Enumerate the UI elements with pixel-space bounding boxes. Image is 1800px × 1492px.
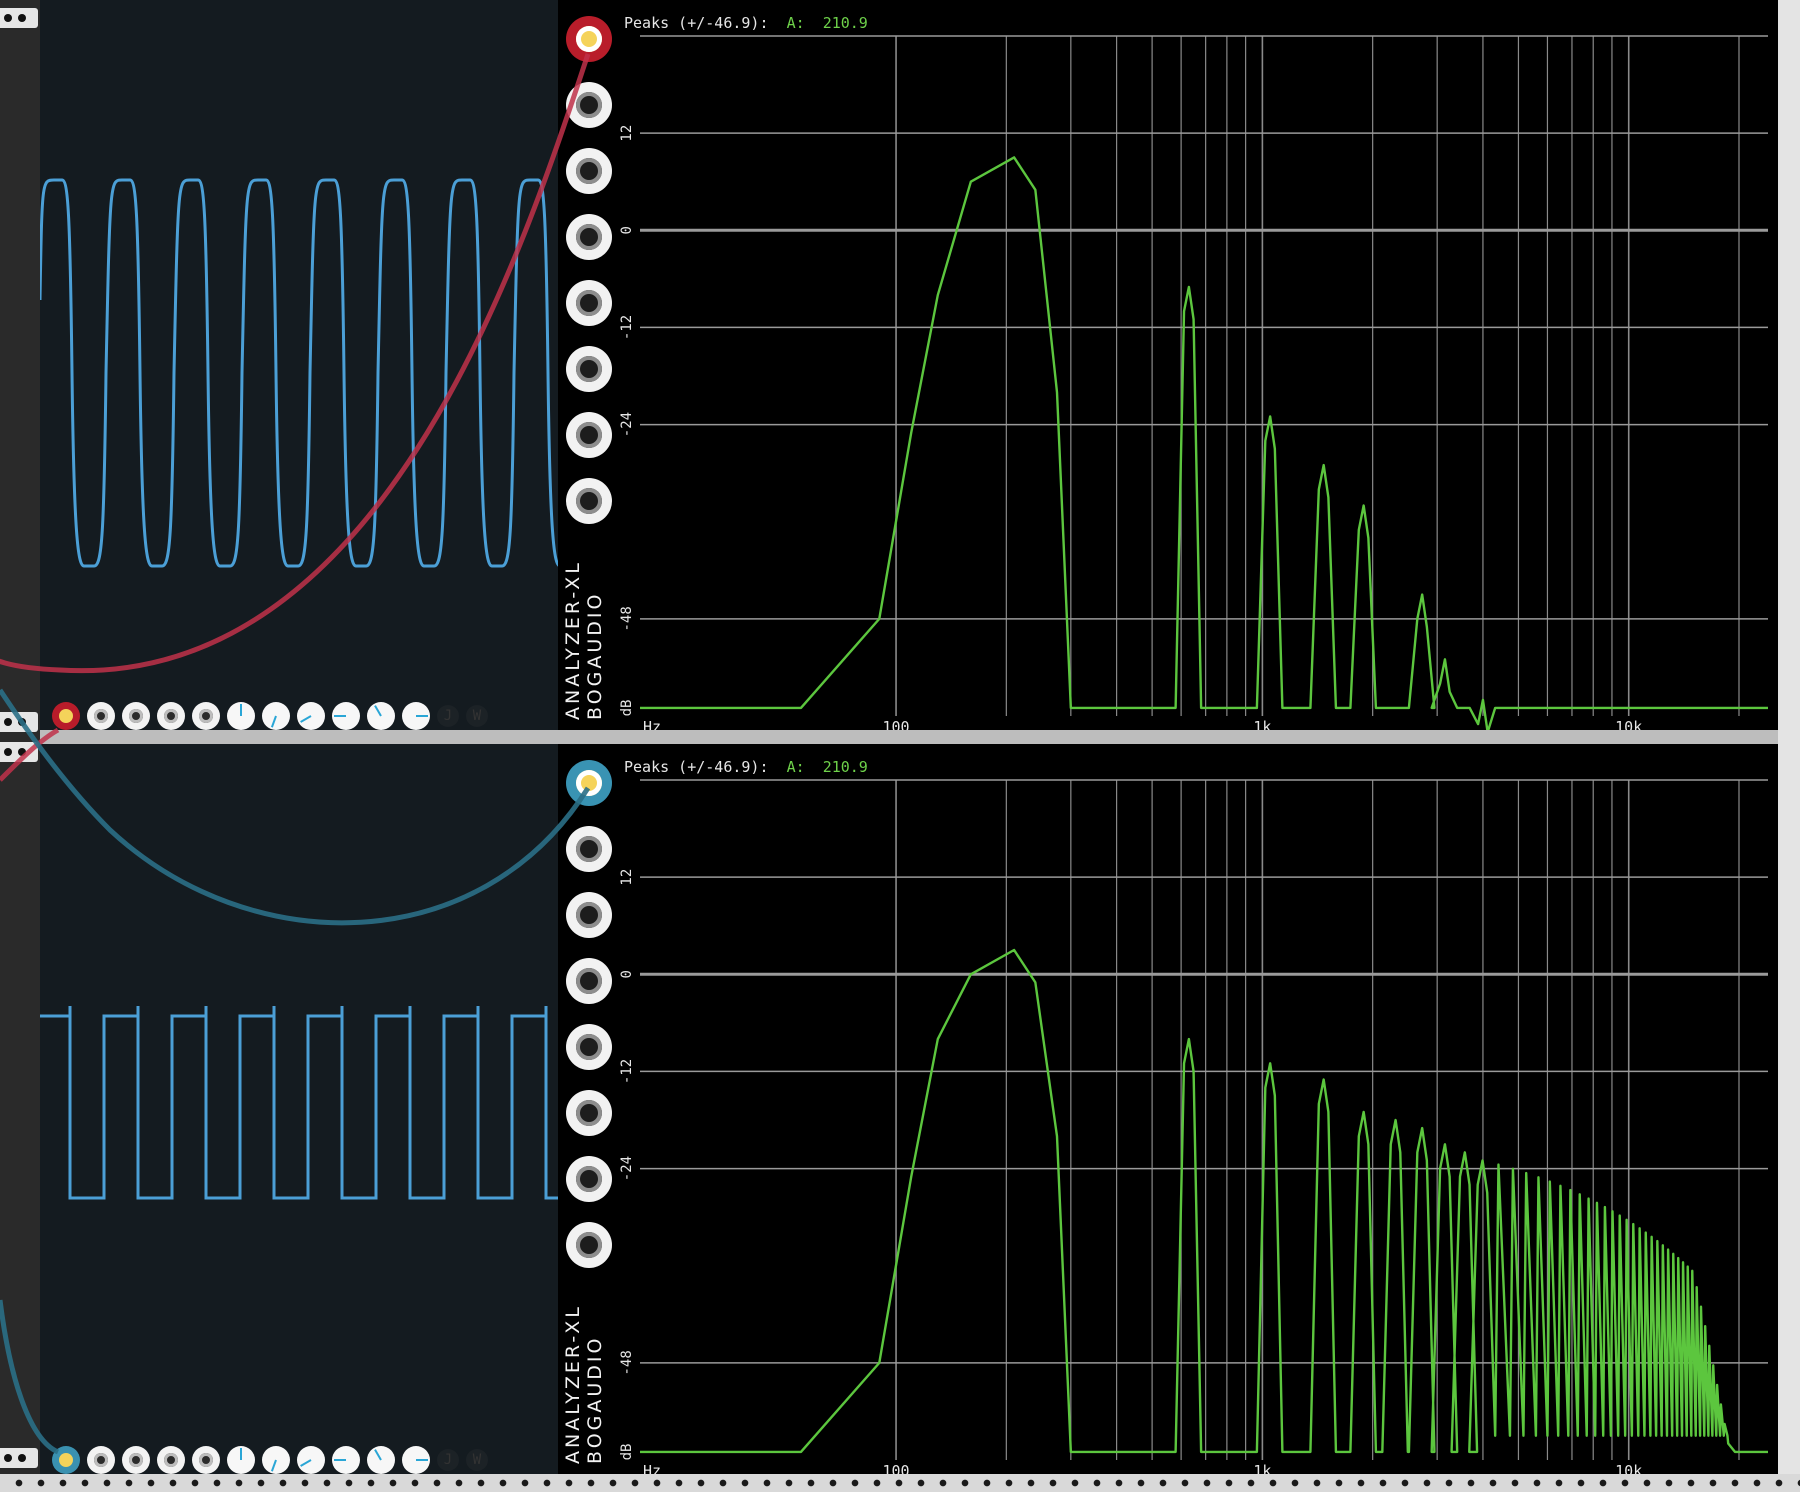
analyzer-input-jack[interactable]: [566, 892, 612, 938]
analyzer-input-jack[interactable]: [566, 214, 612, 260]
scope-input-jack[interactable]: [122, 1446, 150, 1474]
rail-clip: [0, 742, 38, 762]
y-tick-label: dB: [619, 1444, 635, 1461]
y-tick-label: -12: [619, 1059, 635, 1084]
y-tick-label: -12: [619, 315, 635, 340]
scope-input-jack[interactable]: [87, 1446, 115, 1474]
analyzer-input-jack[interactable]: [566, 826, 612, 872]
scope-knob[interactable]: [367, 702, 395, 730]
scope-knob[interactable]: [262, 702, 290, 730]
scope-trace: [40, 1006, 558, 1200]
scope-button-w[interactable]: W: [466, 1449, 488, 1471]
scope-input-jack-active[interactable]: [52, 702, 80, 730]
scope-knob[interactable]: [227, 1446, 255, 1474]
peaks-label: Peaks (+/-46.9):: [624, 758, 769, 776]
scope-display-1: [40, 178, 558, 568]
y-tick-label: 12: [619, 125, 635, 142]
analyzer-input-jack[interactable]: [566, 958, 612, 1004]
scope-controls-1: J W: [52, 686, 488, 730]
spectrum-line: [640, 156, 1768, 730]
rail-clip: [0, 1448, 38, 1468]
analyzer-inputs-2: [566, 760, 612, 1288]
x-tick-label: 10k: [1615, 1462, 1642, 1474]
spectrum-plot-1: 12 0 -12 -24 -48 dB Hz 100 1k 10k: [619, 35, 1768, 730]
y-tick-label: 0: [619, 970, 635, 978]
analyzer-brand-1: ANALYZER-XL BOGAUDIO: [562, 560, 606, 720]
analyzer-inputs-1: [566, 16, 612, 544]
y-tick-label: -24: [619, 412, 635, 437]
analyzer-input-jack[interactable]: [566, 346, 612, 392]
scope-knob[interactable]: [402, 702, 430, 730]
scope-knob[interactable]: [297, 702, 325, 730]
peaks-readout-1: Peaks (+/-46.9): A: 210.9: [624, 14, 868, 32]
channel-label: A:: [786, 14, 805, 32]
x-tick-label: Hz: [643, 1462, 661, 1474]
scope-input-jack[interactable]: [87, 702, 115, 730]
analyzer-module-2: 12 0 -12 -24 -48 dB Hz 100 1k 10k ANALYZER-XL BOG…: [558, 744, 1778, 1474]
channel-label: A:: [786, 758, 805, 776]
scope-trace: [40, 178, 558, 568]
scope-knob[interactable]: [262, 1446, 290, 1474]
scope-module-2: J W: [40, 744, 558, 1474]
y-tick-label: -24: [619, 1156, 635, 1181]
y-tick-label: dB: [619, 700, 635, 717]
spectrum-line: [640, 948, 1768, 1454]
rail-clip: [0, 712, 38, 732]
peaks-label: Peaks (+/-46.9):: [624, 14, 769, 32]
analyzer-input-jack[interactable]: [566, 1090, 612, 1136]
analyzer-input-jack-active[interactable]: [566, 16, 612, 62]
x-tick-label: 100: [883, 718, 910, 730]
scope-input-jack[interactable]: [192, 702, 220, 730]
analyzer-brand-2: ANALYZER-XL BOGAUDIO: [562, 1304, 606, 1464]
y-tick-label: 0: [619, 226, 635, 234]
analyzer-input-jack[interactable]: [566, 1156, 612, 1202]
scope-knob[interactable]: [332, 702, 360, 730]
scope-controls-2: J W: [52, 1430, 488, 1474]
x-tick-label: 1k: [1253, 1462, 1271, 1474]
scope-knob[interactable]: [227, 702, 255, 730]
rack-bottom-rail: [0, 1474, 1800, 1492]
channel-value: 210.9: [822, 758, 868, 776]
y-tick-label: -48: [619, 606, 635, 631]
y-tick-label: -48: [619, 1350, 635, 1375]
rack-right-rail: [1778, 0, 1800, 1480]
analyzer-input-jack[interactable]: [566, 148, 612, 194]
x-tick-label: 100: [883, 1462, 910, 1474]
spectrum-plot-2: 12 0 -12 -24 -48 dB Hz 100 1k 10k: [619, 779, 1768, 1474]
scope-knob[interactable]: [297, 1446, 325, 1474]
analyzer-input-jack[interactable]: [566, 1024, 612, 1070]
brand-maker: BOGAUDIO: [584, 591, 606, 720]
brand-maker: BOGAUDIO: [584, 1335, 606, 1464]
analyzer-input-jack[interactable]: [566, 82, 612, 128]
x-tick-label: Hz: [643, 718, 661, 730]
rail-clip: [0, 8, 38, 28]
scope-input-jack-active[interactable]: [52, 1446, 80, 1474]
scope-button-w[interactable]: W: [466, 705, 488, 727]
brand-model: ANALYZER-XL: [562, 560, 584, 720]
scope-module-1: J W: [40, 0, 558, 730]
scope-input-jack[interactable]: [192, 1446, 220, 1474]
scope-button-j[interactable]: J: [437, 1449, 459, 1471]
scope-input-jack[interactable]: [122, 702, 150, 730]
analyzer-input-jack-active[interactable]: [566, 760, 612, 806]
peaks-readout-2: Peaks (+/-46.9): A: 210.9: [624, 758, 868, 776]
brand-model: ANALYZER-XL: [562, 1304, 584, 1464]
analyzer-input-jack[interactable]: [566, 412, 612, 458]
analyzer-input-jack[interactable]: [566, 478, 612, 524]
channel-value: 210.9: [822, 14, 868, 32]
x-tick-label: 1k: [1253, 718, 1271, 730]
scope-display-2: [40, 1006, 558, 1200]
x-tick-label: 10k: [1615, 718, 1642, 730]
scope-knob[interactable]: [402, 1446, 430, 1474]
analyzer-module-1: 12 0 -12 -24 -48 dB Hz 100 1k 10k ANALYZER-XL BOG…: [558, 0, 1778, 730]
scope-knob[interactable]: [367, 1446, 395, 1474]
scope-button-j[interactable]: J: [437, 705, 459, 727]
y-tick-label: 12: [619, 869, 635, 886]
analyzer-input-jack[interactable]: [566, 280, 612, 326]
scope-input-jack[interactable]: [157, 702, 185, 730]
analyzer-input-jack[interactable]: [566, 1222, 612, 1268]
scope-input-jack[interactable]: [157, 1446, 185, 1474]
rack-left-rail: [0, 0, 40, 1492]
scope-knob[interactable]: [332, 1446, 360, 1474]
